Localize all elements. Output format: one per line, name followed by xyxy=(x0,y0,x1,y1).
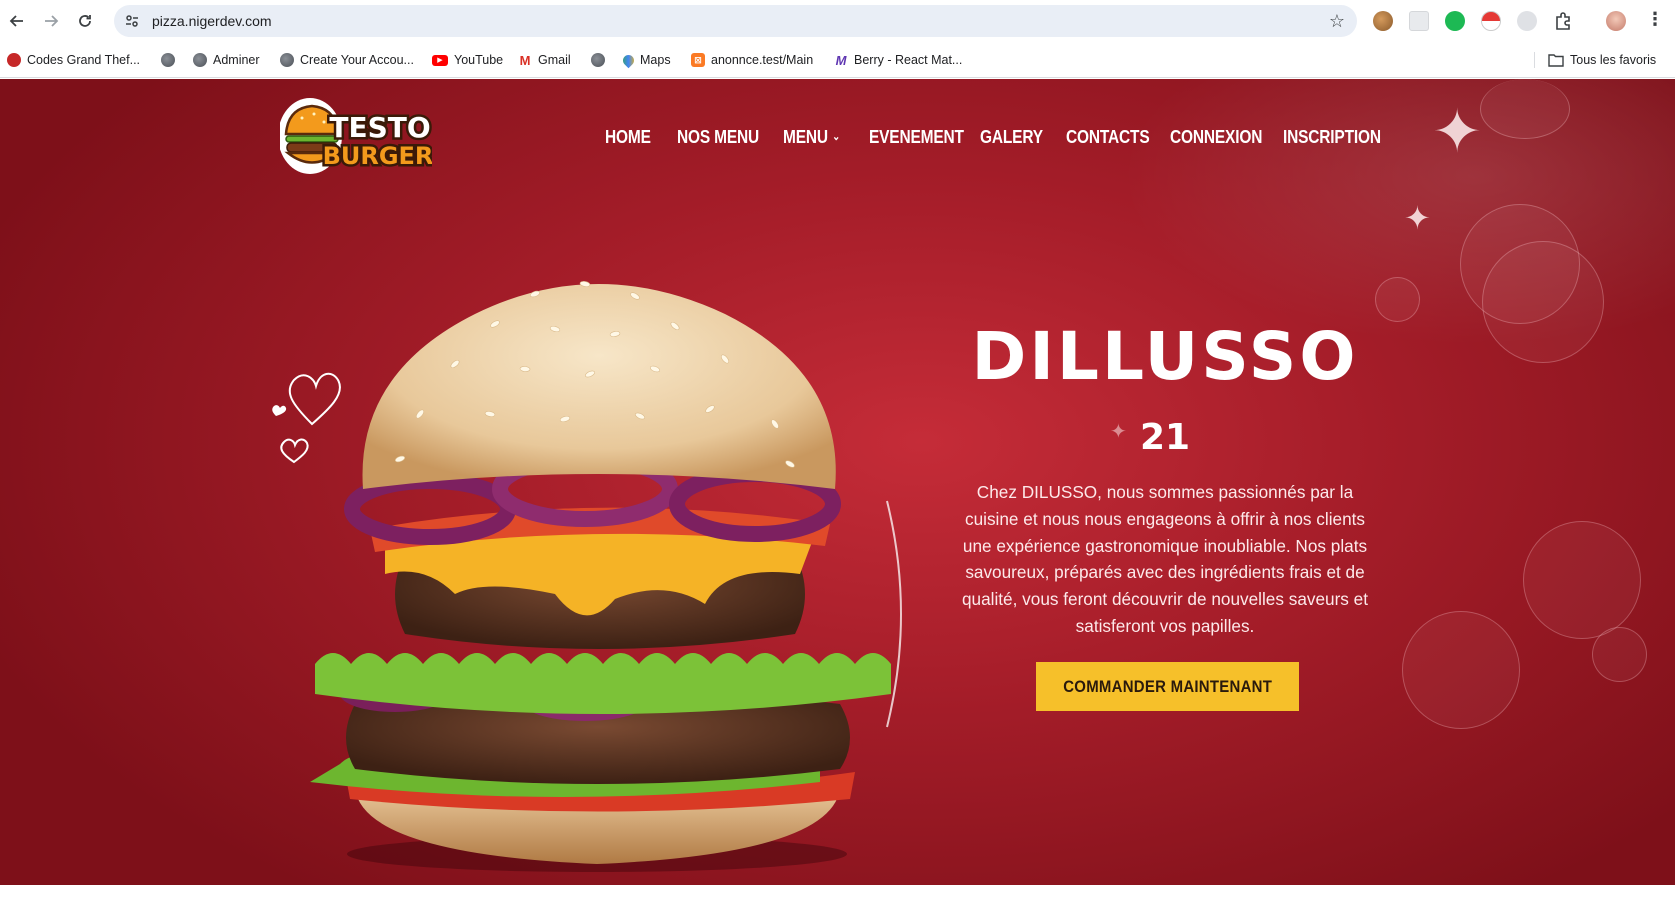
bookmark-item[interactable]: Codes Grand Thef... xyxy=(7,51,140,69)
bookmarks-bar: Codes Grand Thef... Adminer Create Your … xyxy=(0,42,1675,78)
logo-line1: TESTO xyxy=(329,111,430,144)
gta-icon xyxy=(7,53,21,67)
globe-icon xyxy=(193,53,207,67)
all-bookmarks-folder[interactable]: Tous les favoris xyxy=(1548,51,1656,69)
site-logo[interactable]: TESTO BURGER xyxy=(278,98,436,180)
nav-galery[interactable]: GALERY xyxy=(980,127,1043,148)
site-info-icon[interactable] xyxy=(124,13,140,29)
bookmark-item[interactable]: Adminer xyxy=(193,51,260,69)
xampp-icon: ⊠ xyxy=(691,53,705,67)
url-text[interactable]: pizza.nigerdev.com xyxy=(152,13,272,29)
bookmark-label: Create Your Accou... xyxy=(300,53,414,67)
bokeh-decoration xyxy=(1523,521,1641,639)
bokeh-decoration xyxy=(1375,277,1420,322)
back-icon[interactable] xyxy=(5,9,29,33)
order-now-button[interactable]: COMMANDER MAINTENANT xyxy=(1036,662,1299,711)
sparkle-decoration: ✦ xyxy=(1404,200,1431,236)
gmail-icon: M xyxy=(519,52,531,68)
bookmark-label: Berry - React Mat... xyxy=(854,53,963,67)
nav-home[interactable]: HOME xyxy=(605,127,651,148)
nav-inscription[interactable]: INSCRIPTION xyxy=(1283,127,1381,148)
forward-icon[interactable] xyxy=(39,9,63,33)
bokeh-decoration xyxy=(1480,79,1570,139)
reload-icon[interactable] xyxy=(73,9,97,33)
bookmark-label: Maps xyxy=(640,53,671,67)
bokeh-decoration xyxy=(1402,611,1520,729)
bookmark-item[interactable]: Maps xyxy=(620,51,671,69)
hero-section: ✦ ✦ ✦ TESTO BURGER HOME NOS MENU MENU ⌄ E… xyxy=(0,79,1675,885)
bookmarks-separator xyxy=(1534,52,1535,68)
bookmark-star-icon[interactable]: ☆ xyxy=(1329,11,1345,32)
green-extension-icon[interactable] xyxy=(1445,11,1465,31)
extension-icon[interactable] xyxy=(1409,11,1429,31)
globe-icon xyxy=(280,53,294,67)
nav-connexion[interactable]: CONNEXION xyxy=(1170,127,1262,148)
pokeball-extension-icon[interactable] xyxy=(1481,11,1501,31)
nav-menu-label: MENU xyxy=(783,127,828,147)
maps-icon xyxy=(620,52,637,68)
all-bookmarks-label: Tous les favoris xyxy=(1570,53,1657,67)
menu-kebab-icon[interactable]: ⋮ xyxy=(1646,9,1664,30)
hero-subtitle: 21 xyxy=(1139,417,1191,458)
bookmark-label: YouTube xyxy=(454,53,504,67)
page-bottom xyxy=(0,885,1675,902)
bokeh-decoration xyxy=(1482,241,1604,363)
nav-evenement[interactable]: EVENEMENT xyxy=(869,127,964,148)
bookmark-label: anonnce.test/Main xyxy=(711,53,814,67)
cookie-extension-icon[interactable] xyxy=(1373,11,1393,31)
bookmark-item[interactable] xyxy=(591,51,605,69)
bookmark-label: Codes Grand Thef... xyxy=(27,53,141,67)
browser-toolbar: pizza.nigerdev.com ☆ ⋮ xyxy=(0,0,1675,42)
bookmark-item[interactable]: ▶ YouTube xyxy=(432,51,503,69)
hero-title: DILLUSSO xyxy=(971,318,1359,395)
extension-icon-2[interactable] xyxy=(1517,11,1537,31)
globe-icon xyxy=(161,53,175,67)
bookmark-item[interactable]: ⊠ anonnce.test/Main xyxy=(691,51,813,69)
folder-icon xyxy=(1548,54,1564,67)
profile-avatar[interactable] xyxy=(1606,11,1626,31)
globe-icon xyxy=(591,53,605,67)
bookmark-item[interactable]: M Berry - React Mat... xyxy=(834,51,963,69)
order-now-label: COMMANDER MAINTENANT xyxy=(1063,676,1272,696)
sparkle-decoration: ✦ xyxy=(1432,98,1483,165)
chevron-down-icon: ⌄ xyxy=(832,131,840,143)
logo-line2: BURGER xyxy=(323,142,432,170)
nav-nos-menu[interactable]: NOS MENU xyxy=(677,127,759,148)
hero-description: Chez DILUSSO, nous sommes passionnés par… xyxy=(961,482,1369,636)
bookmark-label: Gmail xyxy=(538,53,571,67)
bookmark-item[interactable]: M Gmail xyxy=(518,51,571,69)
bookmark-item[interactable] xyxy=(161,51,175,69)
address-bar[interactable]: pizza.nigerdev.com ☆ xyxy=(114,5,1357,37)
bookmark-item[interactable]: Create Your Accou... xyxy=(280,51,414,69)
bokeh-decoration xyxy=(1592,627,1647,682)
burger-image xyxy=(310,281,891,872)
youtube-icon: ▶ xyxy=(432,54,448,66)
bookmark-label: Adminer xyxy=(213,53,260,67)
extensions-puzzle-icon[interactable] xyxy=(1553,11,1573,31)
berry-icon: M xyxy=(835,52,847,68)
nav-contacts[interactable]: CONTACTS xyxy=(1066,127,1150,148)
nav-menu-dropdown[interactable]: MENU ⌄ xyxy=(783,127,840,148)
